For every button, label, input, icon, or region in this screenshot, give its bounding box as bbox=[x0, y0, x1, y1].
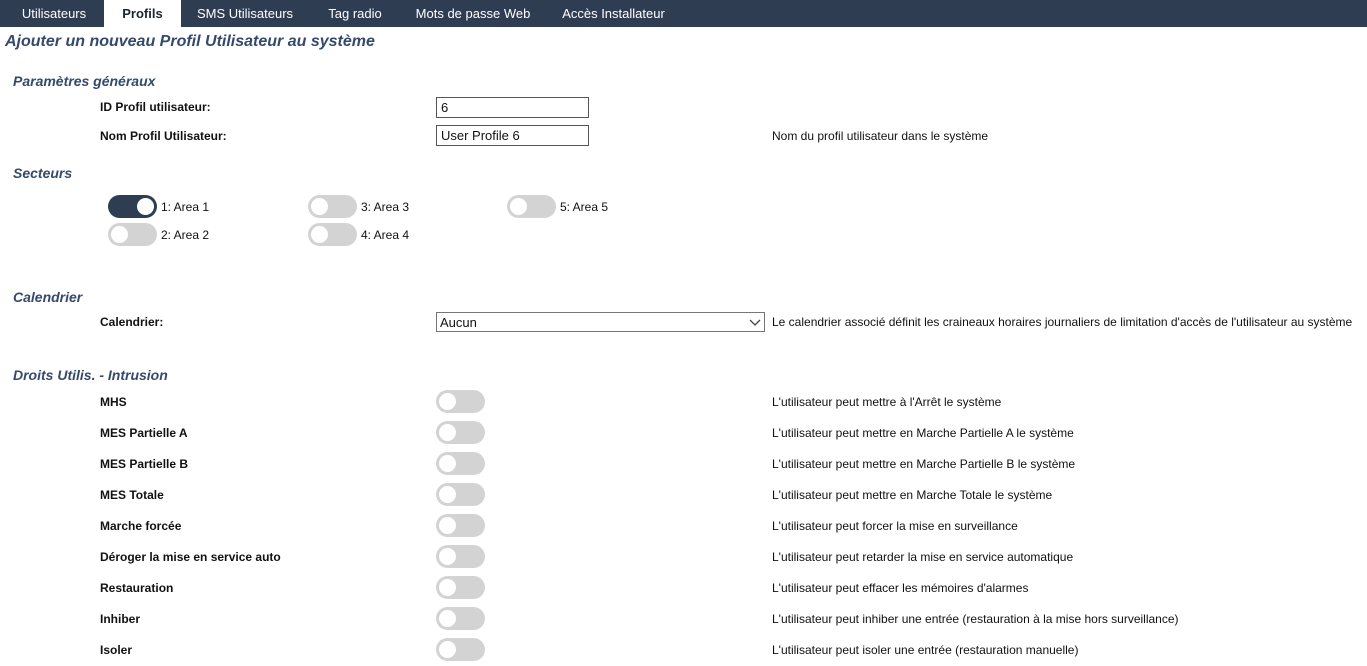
area-5-toggle[interactable] bbox=[507, 195, 556, 218]
page-title: Ajouter un nouveau Profil Utilisateur au… bbox=[5, 33, 375, 50]
toggle-knob bbox=[439, 424, 456, 441]
right-label-mes-totale: MES Totale bbox=[100, 488, 164, 502]
tab-utilisateurs[interactable]: Utilisateurs bbox=[8, 0, 100, 27]
calendar-select[interactable]: Aucun bbox=[436, 312, 765, 332]
chevron-down-icon bbox=[749, 319, 761, 326]
toggle-knob bbox=[439, 610, 456, 627]
profile-id-input[interactable] bbox=[436, 97, 589, 118]
area-1-toggle[interactable] bbox=[108, 195, 157, 218]
profile-id-label: ID Profil utilisateur: bbox=[100, 100, 211, 114]
right-label-restauration: Restauration bbox=[100, 581, 174, 595]
tab-profils[interactable]: Profils bbox=[104, 0, 181, 27]
toggle-knob bbox=[311, 198, 328, 215]
toggle-knob bbox=[439, 548, 456, 565]
section-title-sectors: Secteurs bbox=[13, 165, 73, 181]
area-2-toggle[interactable] bbox=[108, 223, 157, 246]
right-toggle-mhs[interactable] bbox=[436, 390, 485, 413]
calendar-selected-value: Aucun bbox=[440, 315, 477, 330]
area-1-label: 1: Area 1 bbox=[161, 200, 210, 214]
tab-sms-utilisateurs[interactable]: SMS Utilisateurs bbox=[187, 0, 303, 27]
tab-tag-radio[interactable]: Tag radio bbox=[311, 0, 399, 27]
area-3-toggle[interactable] bbox=[308, 195, 357, 218]
tab-bar: Utilisateurs Profils SMS Utilisateurs Ta… bbox=[0, 0, 1367, 27]
right-desc-mes-partielle-a: L'utilisateur peut mettre en Marche Part… bbox=[772, 426, 1074, 440]
toggle-knob bbox=[439, 641, 456, 658]
area-5-label: 5: Area 5 bbox=[560, 200, 609, 214]
toggle-knob bbox=[439, 486, 456, 503]
right-label-inhiber: Inhiber bbox=[100, 612, 141, 626]
toggle-knob bbox=[311, 226, 328, 243]
right-desc-isoler: L'utilisateur peut isoler une entrée (re… bbox=[772, 643, 1079, 657]
right-toggle-deroger-mes-auto[interactable] bbox=[436, 545, 485, 568]
section-title-general: Paramètres généraux bbox=[13, 73, 156, 89]
toggle-knob bbox=[439, 393, 456, 410]
profile-name-input[interactable] bbox=[436, 125, 589, 146]
right-desc-mhs: L'utilisateur peut mettre à l'Arrêt le s… bbox=[772, 395, 1002, 409]
right-desc-inhiber: L'utilisateur peut inhiber une entrée (r… bbox=[772, 612, 1179, 626]
right-toggle-mes-totale[interactable] bbox=[436, 483, 485, 506]
right-label-isoler: Isoler bbox=[100, 643, 133, 657]
profile-name-label: Nom Profil Utilisateur: bbox=[100, 129, 227, 143]
toggle-knob bbox=[439, 579, 456, 596]
right-desc-mes-partielle-b: L'utilisateur peut mettre en Marche Part… bbox=[772, 457, 1076, 471]
right-toggle-mes-partielle-a[interactable] bbox=[436, 421, 485, 444]
right-label-mhs: MHS bbox=[100, 395, 127, 409]
toggle-knob bbox=[510, 198, 527, 215]
right-label-mes-partielle-b: MES Partielle B bbox=[100, 457, 189, 471]
toggle-knob bbox=[137, 198, 154, 215]
calendar-label: Calendrier: bbox=[100, 315, 164, 329]
section-title-calendar: Calendrier bbox=[13, 289, 83, 305]
section-title-rights: Droits Utilis. - Intrusion bbox=[13, 367, 168, 383]
area-3-label: 3: Area 3 bbox=[361, 200, 410, 214]
area-4-label: 4: Area 4 bbox=[361, 228, 410, 242]
right-toggle-marche-forcee[interactable] bbox=[436, 514, 485, 537]
right-label-marche-forcee: Marche forcée bbox=[100, 519, 182, 533]
area-4-toggle[interactable] bbox=[308, 223, 357, 246]
right-desc-deroger-mes-auto: L'utilisateur peut retarder la mise en s… bbox=[772, 550, 1074, 564]
calendar-description: Le calendrier associé définit les craine… bbox=[772, 315, 1353, 329]
right-desc-marche-forcee: L'utilisateur peut forcer la mise en sur… bbox=[772, 519, 1018, 533]
toggle-knob bbox=[439, 517, 456, 534]
right-label-deroger-mes-auto: Déroger la mise en service auto bbox=[100, 550, 281, 564]
tab-mots-de-passe-web[interactable]: Mots de passe Web bbox=[406, 0, 540, 27]
right-toggle-inhiber[interactable] bbox=[436, 607, 485, 630]
toggle-knob bbox=[111, 226, 128, 243]
right-desc-mes-totale: L'utilisateur peut mettre en Marche Tota… bbox=[772, 488, 1053, 502]
area-2-label: 2: Area 2 bbox=[161, 228, 210, 242]
profile-name-description: Nom du profil utilisateur dans le systèm… bbox=[772, 129, 989, 143]
right-label-mes-partielle-a: MES Partielle A bbox=[100, 426, 188, 440]
toggle-knob bbox=[439, 455, 456, 472]
right-toggle-isoler[interactable] bbox=[436, 638, 485, 661]
right-toggle-mes-partielle-b[interactable] bbox=[436, 452, 485, 475]
right-desc-restauration: L'utilisateur peut effacer les mémoires … bbox=[772, 581, 1029, 595]
right-toggle-restauration[interactable] bbox=[436, 576, 485, 599]
tab-acces-installateur[interactable]: Accès Installateur bbox=[548, 0, 679, 27]
